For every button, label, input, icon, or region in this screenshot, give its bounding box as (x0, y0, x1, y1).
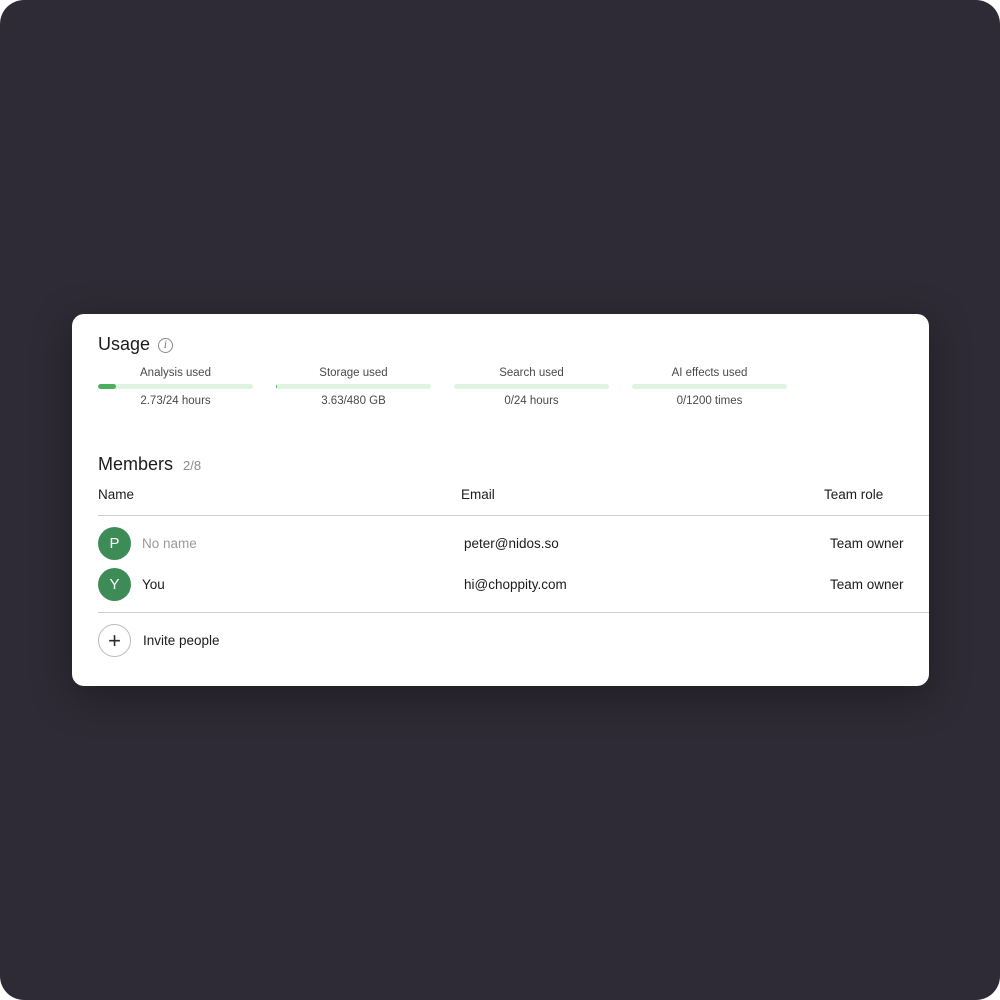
team-usage-card: Usage i Analysis used 2.73/24 hours Stor… (72, 314, 929, 686)
metric-value: 3.63/480 GB (321, 395, 386, 407)
plus-icon[interactable]: + (98, 624, 131, 657)
header-divider (98, 515, 929, 516)
metric-value: 2.73/24 hours (140, 395, 211, 407)
member-name: You (142, 577, 165, 592)
member-role[interactable]: Team owner (830, 577, 904, 592)
metric-value: 0/1200 times (676, 395, 743, 407)
metric-search: Search used 0/24 hours (454, 366, 609, 407)
column-header-role[interactable]: Team role (824, 487, 883, 502)
progress-bar (454, 384, 609, 389)
column-header-name[interactable]: Name (98, 487, 134, 502)
metric-label: Storage used (319, 367, 388, 379)
metric-label: AI effects used (671, 367, 748, 379)
progress-bar (632, 384, 787, 389)
progress-fill (276, 384, 278, 389)
avatar: Y (98, 568, 131, 601)
members-count: 2/8 (183, 458, 202, 473)
members-title: Members (98, 454, 174, 474)
rows-divider (98, 612, 929, 613)
members-header: Members 2/8 (98, 454, 201, 475)
usage-metrics: Analysis used 2.73/24 hours Storage used… (98, 366, 787, 407)
metric-value: 0/24 hours (504, 395, 559, 407)
metric-ai-effects: AI effects used 0/1200 times (632, 366, 787, 407)
metric-label: Analysis used (140, 367, 211, 379)
member-row[interactable]: P No name peter@nidos.so Team owner (98, 527, 929, 561)
app-background: Usage i Analysis used 2.73/24 hours Stor… (0, 0, 1000, 1000)
info-icon[interactable]: i (158, 338, 174, 353)
member-role[interactable]: Team owner (830, 536, 904, 551)
usage-header: Usage i (98, 334, 174, 355)
metric-storage: Storage used 3.63/480 GB (276, 366, 431, 407)
member-name: No name (142, 536, 197, 551)
avatar: P (98, 527, 131, 560)
progress-bar (98, 384, 253, 389)
metric-label: Search used (499, 367, 564, 379)
member-row[interactable]: Y You hi@choppity.com Team owner (98, 568, 929, 602)
invite-people-button[interactable]: + Invite people (98, 624, 220, 657)
metric-analysis: Analysis used 2.73/24 hours (98, 366, 253, 407)
member-email: peter@nidos.so (464, 536, 559, 551)
invite-label: Invite people (143, 633, 220, 648)
progress-fill (98, 384, 116, 389)
progress-bar (276, 384, 431, 389)
usage-title: Usage (98, 334, 151, 354)
column-header-email[interactable]: Email (461, 487, 495, 502)
member-email: hi@choppity.com (464, 577, 567, 592)
